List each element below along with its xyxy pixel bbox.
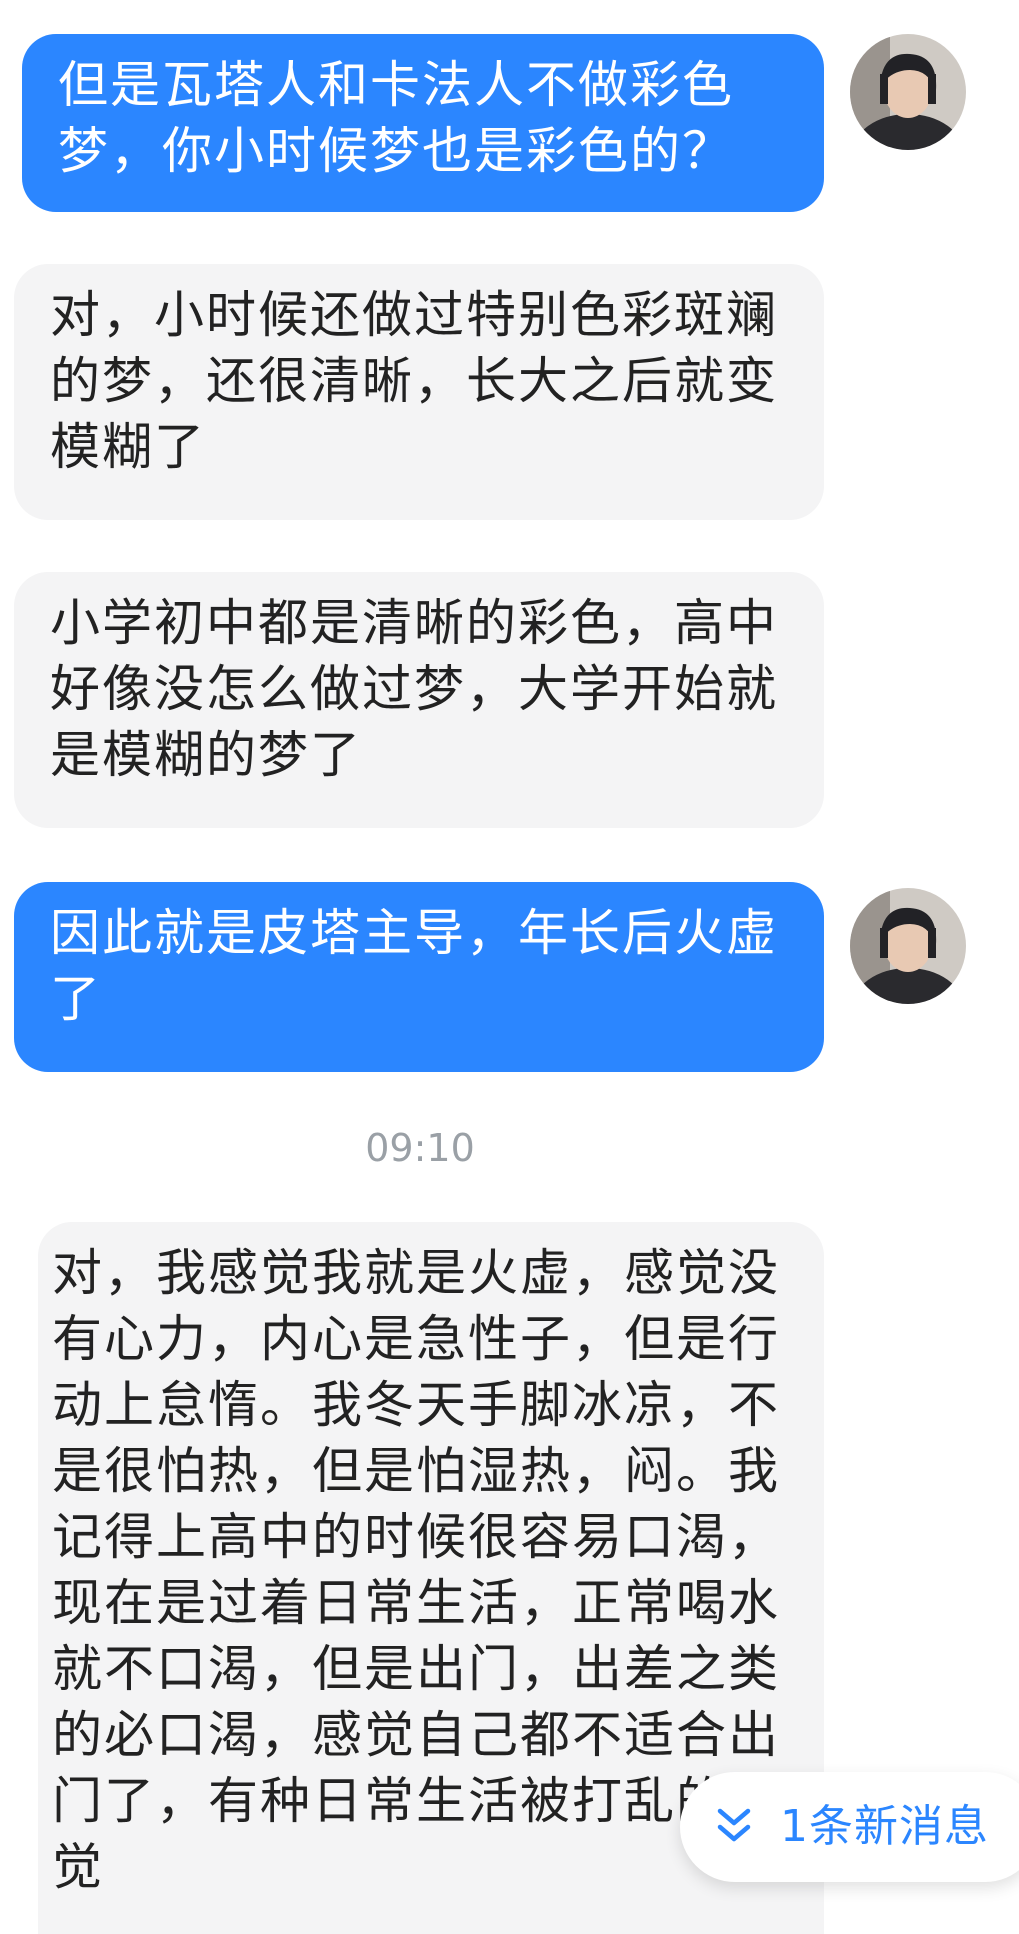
user-avatar[interactable] — [850, 34, 966, 150]
message-bubble-sent[interactable]: 因此就是皮塔主导，年长后火虚 了 — [14, 882, 824, 1072]
avatar-photo-icon — [850, 34, 966, 150]
user-avatar[interactable] — [850, 888, 966, 1004]
new-messages-button[interactable]: 1条新消息 — [680, 1772, 1019, 1882]
chevron-double-down-icon — [717, 1808, 751, 1842]
new-messages-label: 1条新消息 — [780, 1801, 989, 1852]
message-bubble-received[interactable]: 对，小时候还做过特别色彩斑斓 的梦，还很清晰，长大之后就变 模糊了 — [14, 264, 824, 520]
message-bubble-sent[interactable]: 但是瓦塔人和卡法人不做彩色 梦，你小时候梦也是彩色的？ — [22, 34, 824, 212]
avatar-photo-icon — [850, 888, 966, 1004]
message-timestamp: 09:10 — [365, 1126, 475, 1170]
message-bubble-received[interactable]: 小学初中都是清晰的彩色，高中 好像没怎么做过梦，大学开始就 是模糊的梦了 — [14, 572, 824, 828]
